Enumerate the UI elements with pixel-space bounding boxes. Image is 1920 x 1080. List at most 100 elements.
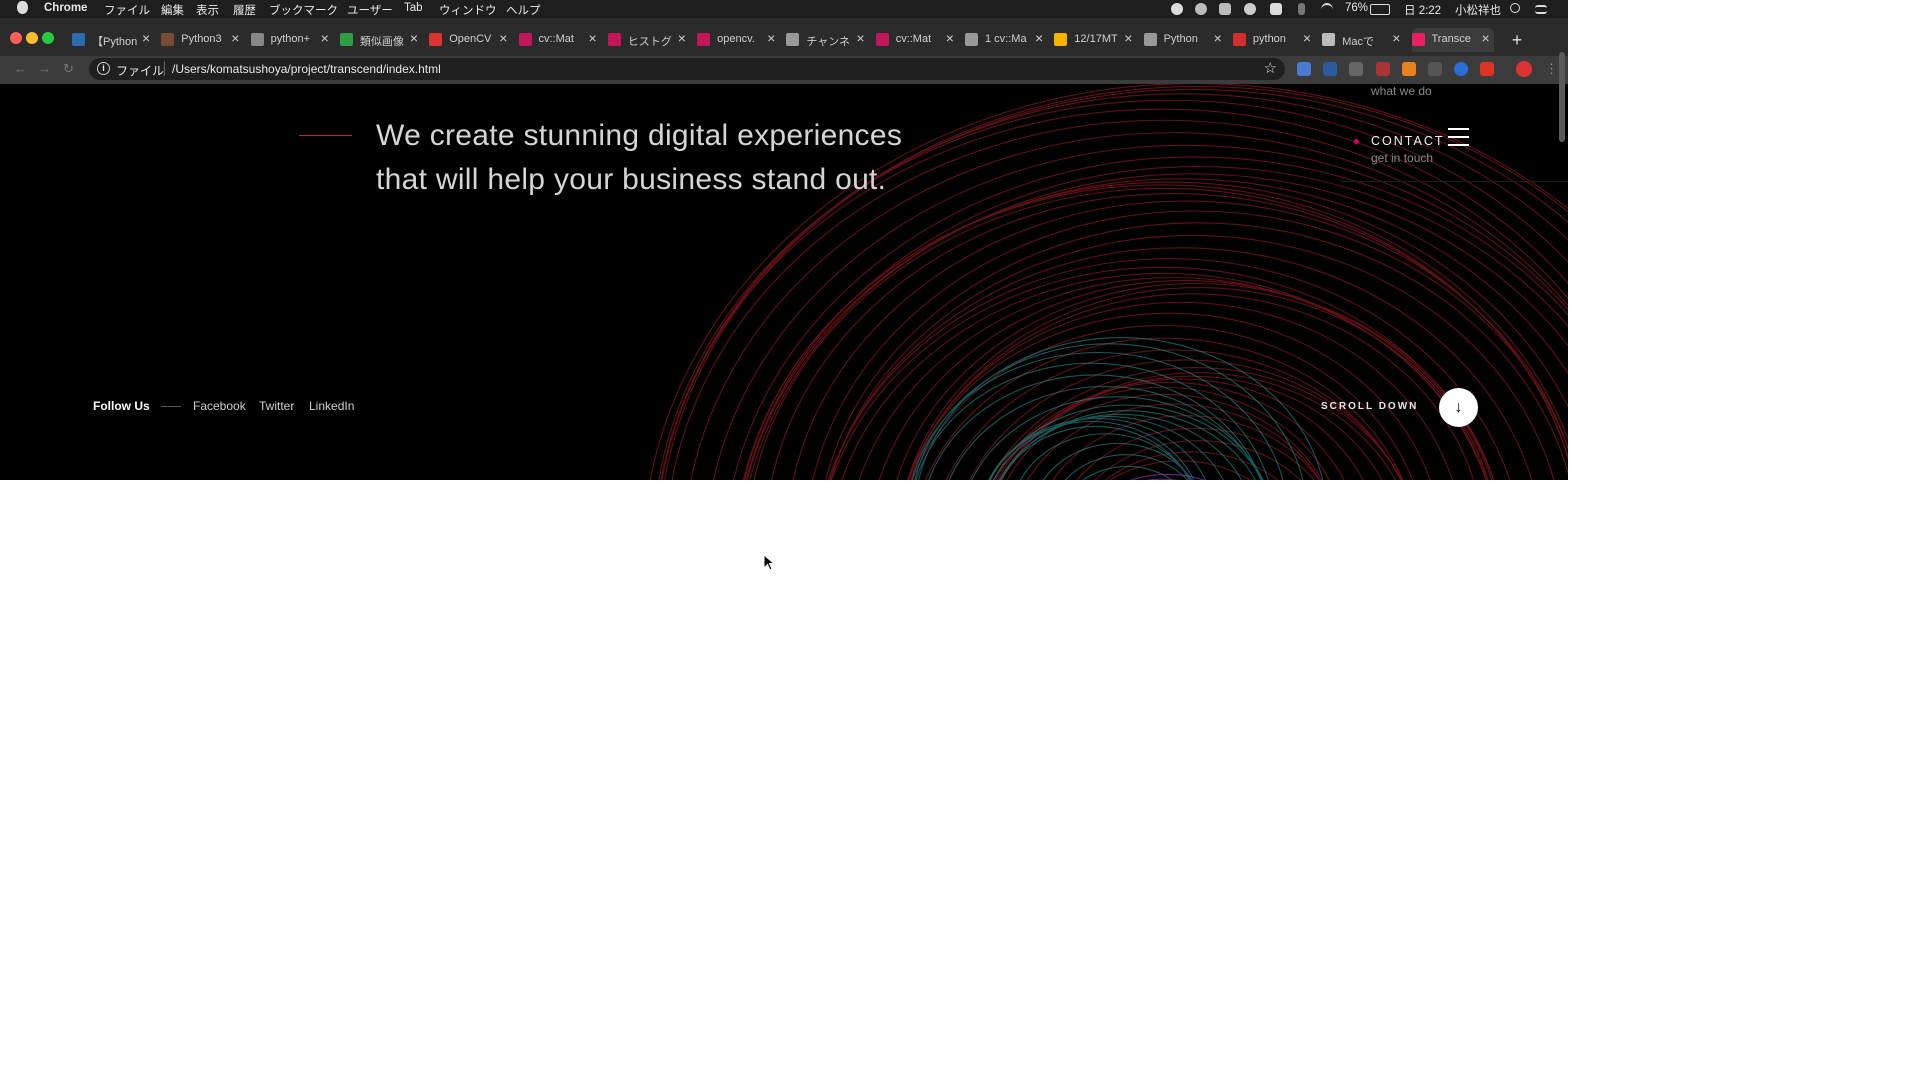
new-tab-button[interactable]: + xyxy=(1507,30,1527,50)
ring-arc xyxy=(1076,427,1315,480)
window-minimize-button[interactable] xyxy=(26,32,38,44)
tab-close-icon[interactable]: × xyxy=(1482,30,1490,46)
translate-extension-icon[interactable] xyxy=(1297,62,1311,76)
menu-bookmarks[interactable]: ブックマーク xyxy=(269,2,338,18)
browser-tab[interactable]: python+ × xyxy=(250,28,333,52)
page-scrollbar[interactable] xyxy=(1559,52,1565,142)
follow-us-label: Follow Us xyxy=(93,399,150,413)
forward-button[interactable]: → xyxy=(38,61,51,76)
window-close-button[interactable] xyxy=(10,32,22,44)
hamburger-menu-icon[interactable] xyxy=(1448,128,1469,146)
input-method-icon[interactable] xyxy=(1270,3,1282,15)
menu-view[interactable]: 表示 xyxy=(196,2,219,18)
tab-close-icon[interactable]: × xyxy=(1392,30,1400,46)
dictionary-extension-icon[interactable] xyxy=(1323,62,1337,76)
nav-active-dot xyxy=(1354,139,1359,144)
tab-title: Transce xyxy=(1431,33,1471,45)
bookmark-star-icon[interactable]: ☆ xyxy=(1264,59,1277,77)
qiita-favicon-icon xyxy=(697,33,711,46)
browser-tab[interactable]: ヒストグ × xyxy=(607,28,690,52)
browser-tab[interactable]: 類似画像 × xyxy=(339,28,422,52)
linkedin-link[interactable]: LinkedIn xyxy=(309,399,354,413)
browser-tab[interactable]: Macで × xyxy=(1322,28,1404,52)
browser-tab[interactable]: Python × xyxy=(1143,28,1226,52)
nav-contact-link[interactable]: CONTACT xyxy=(1371,134,1445,148)
browser-tab[interactable]: cv::Mat × xyxy=(875,28,958,52)
notification-center-icon[interactable] xyxy=(1535,5,1547,14)
hero-headline-line-1: We create stunning digital experiences xyxy=(376,119,903,152)
app-status-icon[interactable] xyxy=(1219,3,1231,15)
tab-close-icon[interactable]: × xyxy=(946,30,954,46)
twitter-link[interactable]: Twitter xyxy=(259,399,294,413)
window-zoom-button[interactable] xyxy=(42,32,54,44)
browser-tab[interactable]: 1 cv::Ma × xyxy=(965,28,1047,52)
menubar-clock[interactable]: 日 2:22 xyxy=(1404,2,1441,18)
browser-tab[interactable]: Transce × xyxy=(1411,28,1494,52)
tab-close-icon[interactable]: × xyxy=(678,30,686,46)
bluetooth-icon[interactable] xyxy=(1298,3,1305,15)
selenium-extension-icon[interactable] xyxy=(1428,62,1442,76)
menu-history[interactable]: 履歴 xyxy=(233,2,256,18)
tab-close-icon[interactable]: × xyxy=(1303,30,1311,46)
qr-extension-icon[interactable] xyxy=(1376,62,1390,76)
grammarly-icon[interactable] xyxy=(1195,3,1207,15)
tab-close-icon[interactable]: × xyxy=(499,30,507,46)
scroll-down-label[interactable]: SCROLL DOWN xyxy=(1321,401,1418,412)
tab-close-icon[interactable]: × xyxy=(231,30,239,46)
browser-tab[interactable]: python × xyxy=(1232,28,1315,52)
menu-user[interactable]: ユーザー xyxy=(347,2,393,18)
battery-icon[interactable] xyxy=(1370,4,1390,15)
menu-window[interactable]: ウィンドウ xyxy=(439,2,497,18)
menubar-user[interactable]: 小松祥也 xyxy=(1455,2,1501,18)
site-info-icon[interactable]: i xyxy=(97,62,110,75)
menubar-app-name[interactable]: Chrome xyxy=(44,2,87,14)
menu-edit[interactable]: 編集 xyxy=(161,2,184,18)
profile-avatar[interactable] xyxy=(1516,61,1532,77)
tab-close-icon[interactable]: × xyxy=(1124,30,1132,46)
tab-close-icon[interactable]: × xyxy=(767,30,775,46)
blue-extension-icon[interactable] xyxy=(1454,62,1468,76)
back-button[interactable]: ← xyxy=(14,61,27,76)
tab-close-icon[interactable]: × xyxy=(142,30,150,46)
browser-tab[interactable]: cv::Mat × xyxy=(518,28,601,52)
browser-tab[interactable]: チャンネ × xyxy=(786,28,868,52)
spotlight-icon[interactable] xyxy=(1510,3,1520,13)
tab-close-icon[interactable]: × xyxy=(1214,30,1222,46)
cc-icon[interactable] xyxy=(1244,3,1256,15)
tab-title: Python3 xyxy=(181,33,222,45)
menu-tab[interactable]: Tab xyxy=(404,2,423,14)
battery-percent: 76% xyxy=(1345,2,1369,14)
browser-tab[interactable]: 【Python × xyxy=(72,28,154,52)
youtube-extension-icon[interactable] xyxy=(1480,62,1494,76)
apple-icon[interactable] xyxy=(17,1,28,14)
tab-close-icon[interactable]: × xyxy=(856,30,864,46)
ring-arc xyxy=(1094,440,1302,480)
nav-prev-subtitle[interactable]: what we do xyxy=(1371,84,1432,98)
wifi-icon[interactable] xyxy=(1321,3,1333,17)
browser-tab[interactable]: 12/17MT × xyxy=(1054,28,1136,52)
reload-button[interactable]: ↻ xyxy=(63,61,74,77)
tab-close-icon[interactable]: × xyxy=(1035,30,1043,46)
facebook-link[interactable]: Facebook xyxy=(193,399,246,413)
menu-file[interactable]: ファイル xyxy=(104,2,150,18)
arrow-down-icon: ↓ xyxy=(1454,399,1463,416)
qiita-favicon-icon xyxy=(518,33,532,46)
metamask-extension-icon[interactable] xyxy=(1402,62,1416,76)
address-url[interactable]: /Users/komatsushoya/project/transcend/in… xyxy=(172,62,441,76)
tab-close-icon[interactable]: × xyxy=(321,30,329,46)
browser-tab[interactable]: opencv. × xyxy=(697,28,779,52)
tab-title: 【Python xyxy=(92,36,138,48)
record-icon[interactable] xyxy=(1171,3,1183,15)
browser-menu-icon[interactable]: ⋮ xyxy=(1545,61,1558,77)
tab-close-icon[interactable]: × xyxy=(589,30,597,46)
menu-help[interactable]: ヘルプ xyxy=(506,2,541,18)
camera-extension-icon[interactable] xyxy=(1349,62,1363,76)
opencv-favicon-icon xyxy=(429,33,443,46)
t-favicon-icon xyxy=(1411,33,1425,46)
nav-contact-subtitle[interactable]: get in touch xyxy=(1371,151,1433,165)
browser-tab[interactable]: Python3 × xyxy=(161,28,243,52)
browser-tab[interactable]: OpenCV × xyxy=(429,28,511,52)
tab-close-icon[interactable]: × xyxy=(410,30,418,46)
scroll-down-button[interactable]: ↓ xyxy=(1439,388,1478,427)
address-bar[interactable]: i ファイル /Users/komatsushoya/project/trans… xyxy=(89,58,1285,80)
